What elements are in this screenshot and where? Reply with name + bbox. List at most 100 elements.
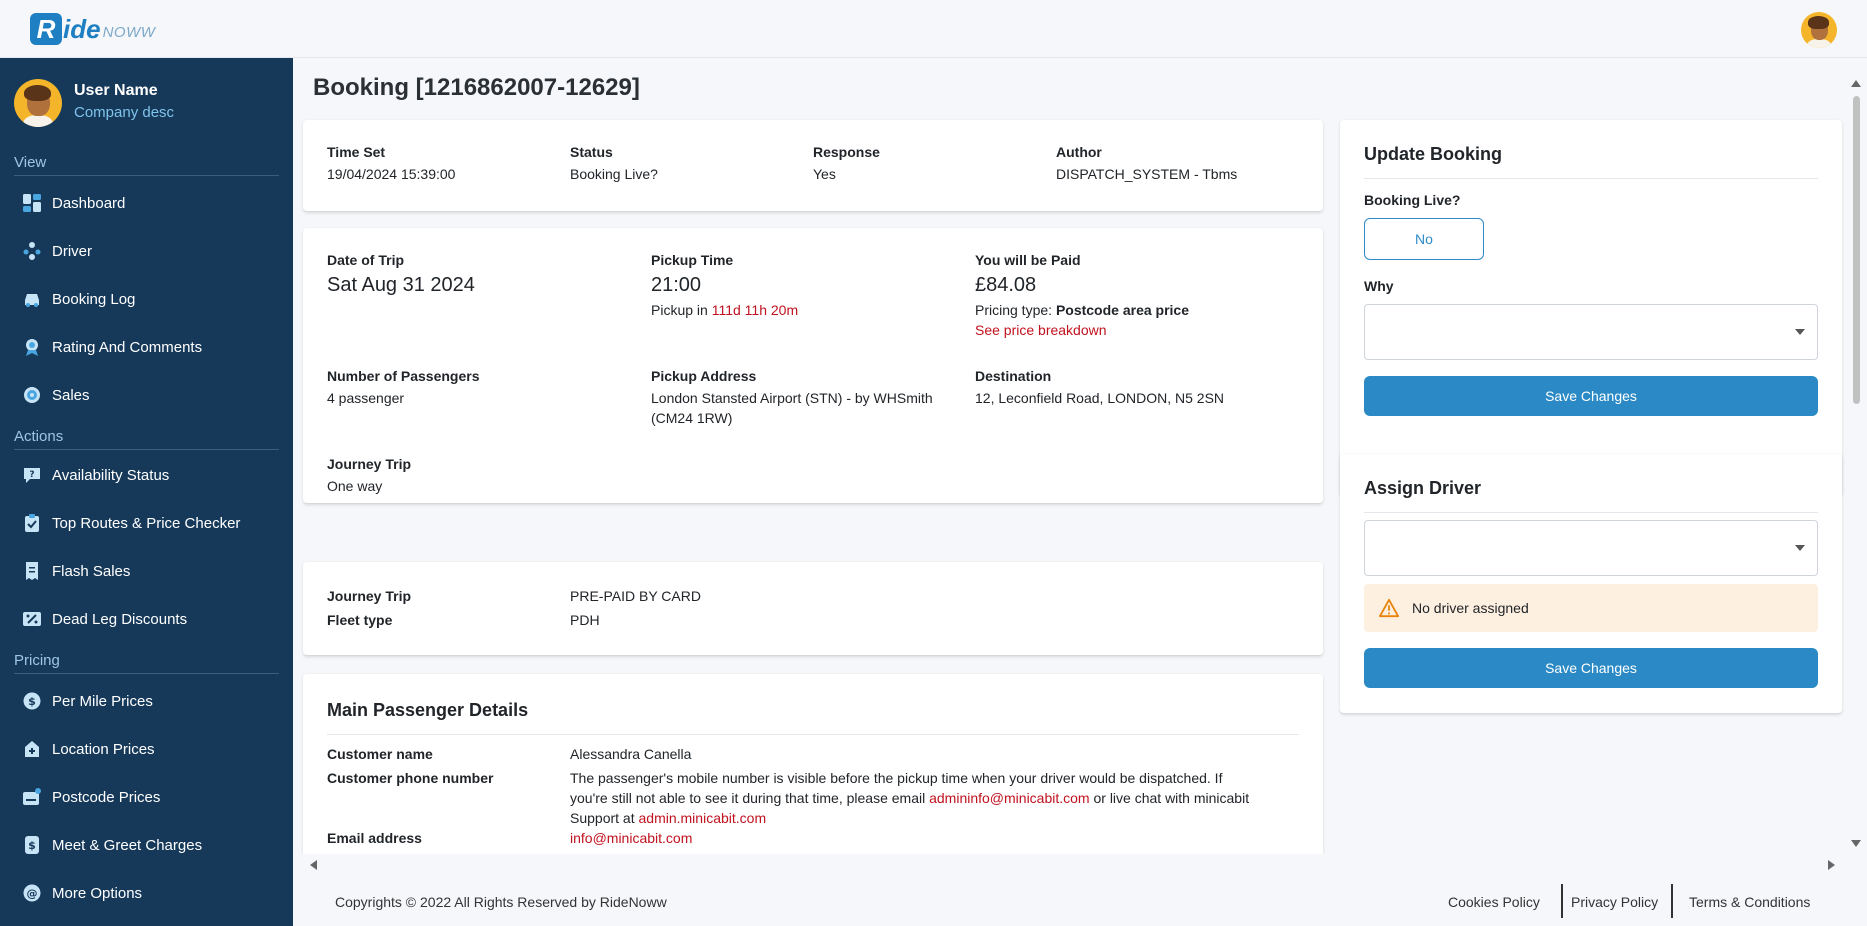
- update-booking-save-button[interactable]: Save Changes: [1364, 376, 1818, 416]
- payment-amount-label: You will be Paid: [975, 252, 1081, 268]
- alert-text: No driver assigned: [1412, 600, 1529, 616]
- sales-icon: [22, 385, 42, 405]
- scroll-up-icon[interactable]: [1851, 80, 1861, 87]
- warning-icon: [1378, 598, 1399, 618]
- booking-live-label: Booking Live?: [1364, 192, 1461, 208]
- phone-note-line3: Support at admin.minicabit.com: [570, 808, 766, 828]
- payment-journey-value: PRE-PAID BY CARD: [570, 588, 701, 604]
- avatar: [14, 79, 62, 127]
- sidebar-item-label: Dashboard: [52, 194, 126, 212]
- location-plus-icon: [22, 739, 42, 759]
- dashboard-icon: [22, 193, 42, 213]
- user-profile: User Name Company desc: [14, 78, 284, 128]
- sidebar-item-per-mile-prices[interactable]: $ Per Mile Prices: [22, 686, 282, 716]
- date-of-trip-label: Date of Trip: [327, 252, 405, 268]
- scroll-right-icon[interactable]: [1828, 860, 1835, 870]
- sidebar: User Name Company desc View Dashboard Dr…: [0, 58, 293, 926]
- trip-details-card: Date of Trip Sat Aug 31 2024 Pickup Time…: [303, 228, 1323, 504]
- status-label: Status: [570, 144, 613, 160]
- vertical-scrollbar[interactable]: [1845, 58, 1867, 854]
- price-breakdown-link[interactable]: See price breakdown: [975, 320, 1107, 340]
- chevron-down-icon: [1795, 545, 1805, 551]
- cookies-policy-link[interactable]: Cookies Policy: [1448, 894, 1540, 910]
- email-address-label: Email address: [327, 830, 422, 846]
- sidebar-item-sales[interactable]: Sales: [22, 380, 282, 410]
- author-value: DISPATCH_SYSTEM - Tbms: [1056, 166, 1238, 182]
- booking-live-no-button[interactable]: No: [1364, 218, 1484, 260]
- copyright-text: Copyrights © 2022 All Rights Reserved by…: [335, 894, 667, 910]
- sidebar-item-label: Per Mile Prices: [52, 692, 153, 710]
- chevron-down-icon: [1795, 329, 1805, 335]
- sidebar-item-label: Driver: [52, 242, 92, 260]
- response-label: Response: [813, 144, 880, 160]
- destination-value: 12, Leconfield Road, LONDON, N5 2SN: [975, 390, 1225, 406]
- sidebar-item-label: Location Prices: [52, 740, 155, 758]
- sidebar-item-label: Postcode Prices: [52, 788, 161, 806]
- sidebar-item-label: Flash Sales: [52, 562, 131, 580]
- sidebar-item-driver[interactable]: Driver: [22, 236, 282, 266]
- discount-icon: [22, 609, 42, 629]
- award-icon: [22, 337, 42, 357]
- section-label-pricing: Pricing: [14, 652, 279, 674]
- scroll-down-icon[interactable]: [1851, 840, 1861, 847]
- sidebar-item-flash-sales[interactable]: Flash Sales: [22, 556, 282, 586]
- sidebar-item-rating-and-comments[interactable]: Rating And Comments: [22, 332, 282, 362]
- fleet-type-label: Fleet type: [327, 612, 393, 628]
- scrollbar-thumb[interactable]: [1853, 96, 1860, 404]
- why-select[interactable]: [1364, 304, 1818, 360]
- logo-text: ide: [63, 13, 101, 44]
- pickup-address-line2: (CM24 1RW): [651, 410, 733, 426]
- assign-driver-card: Assign Driver No driver assigned Save Ch…: [1340, 454, 1842, 714]
- why-label: Why: [1364, 278, 1394, 294]
- sidebar-item-label: Rating And Comments: [52, 338, 203, 356]
- payment-journey-label: Journey Trip: [327, 588, 412, 604]
- page-title: Booking [1216862007-12629]: [313, 74, 640, 101]
- clipboard-check-icon: [22, 513, 42, 533]
- update-booking-card: Update Booking Booking Live? No Why Save…: [1340, 120, 1842, 496]
- sidebar-item-dashboard[interactable]: Dashboard: [22, 188, 282, 218]
- payment-amount-value: £84.08: [975, 274, 1037, 296]
- sidebar-item-dead-leg-discounts[interactable]: Dead Leg Discounts: [22, 604, 282, 634]
- sidebar-item-label: Dead Leg Discounts: [52, 610, 188, 628]
- postcode-icon: [22, 787, 42, 807]
- status-value: Booking Live?: [570, 166, 658, 182]
- scroll-left-icon[interactable]: [310, 860, 317, 870]
- driver-select[interactable]: [1364, 520, 1818, 576]
- user-avatar-button[interactable]: [1801, 12, 1837, 48]
- more-options-icon: @: [22, 883, 42, 903]
- receipt-icon: [22, 561, 42, 581]
- time-set-value: 19/04/2024 15:39:00: [327, 166, 456, 182]
- sidebar-item-more-options[interactable]: @ More Options: [22, 878, 282, 908]
- sidebar-item-top-routes[interactable]: Top Routes & Price Checker: [22, 508, 282, 538]
- privacy-policy-link[interactable]: Privacy Policy: [1571, 894, 1658, 910]
- pricing-type: Pricing type: Postcode area price: [975, 300, 1189, 320]
- pickup-in-prefix: Pickup in: [651, 302, 708, 318]
- sidebar-item-postcode-prices[interactable]: Postcode Prices: [22, 782, 282, 812]
- payment-info-card: Journey Trip PRE-PAID BY CARD Fleet type…: [303, 562, 1323, 656]
- terms-conditions-link[interactable]: Terms & Conditions: [1689, 894, 1810, 910]
- support-link[interactable]: admin.minicabit.com: [639, 810, 767, 826]
- assign-driver-title: Assign Driver: [1364, 478, 1482, 498]
- sidebar-item-label: Sales: [52, 386, 90, 404]
- sidebar-item-meet-greet-charges[interactable]: $ Meet & Greet Charges: [22, 830, 282, 860]
- assign-driver-save-button[interactable]: Save Changes: [1364, 648, 1818, 688]
- sidebar-item-location-prices[interactable]: Location Prices: [22, 734, 282, 764]
- sidebar-item-booking-log[interactable]: Booking Log: [22, 284, 282, 314]
- ridenoww-logo[interactable]: R ide NOWW: [30, 12, 155, 46]
- svg-text:?: ?: [29, 470, 34, 480]
- logo-suffix: NOWW: [102, 23, 156, 41]
- admin-email-link[interactable]: admininfo@minicabit.com: [929, 790, 1090, 806]
- email-address-link[interactable]: info@minicabit.com: [570, 828, 692, 848]
- phone-note-line2-post: or live chat with minicabit: [1093, 790, 1250, 806]
- pickup-address-line1: London Stansted Airport (STN) - by WHSmi…: [651, 390, 933, 406]
- pickup-countdown: Pickup in 111d 11h 20m: [651, 300, 798, 320]
- svg-text:$: $: [28, 695, 36, 708]
- date-of-trip-value: Sat Aug 31 2024: [327, 274, 475, 296]
- sidebar-item-availability-status[interactable]: ? Availability Status: [22, 460, 282, 490]
- sidebar-item-label: More Options: [52, 884, 143, 902]
- sidebar-item-label: Top Routes & Price Checker: [52, 514, 241, 532]
- author-label: Author: [1056, 144, 1102, 160]
- pickup-in-value: 111d 11h 20m: [711, 302, 799, 318]
- main-content: Booking [1216862007-12629] Time Set 19/0…: [293, 58, 1845, 854]
- section-label-actions: Actions: [14, 428, 279, 450]
